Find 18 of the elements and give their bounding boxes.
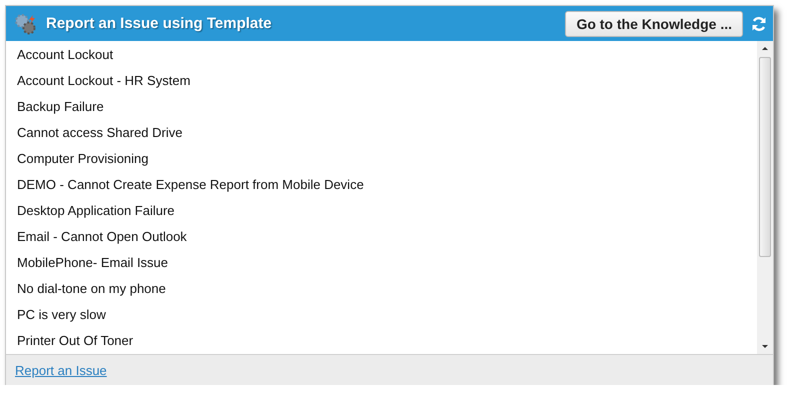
template-item[interactable]: DEMO - Cannot Create Expense Report from Mobile Device [6,172,757,198]
template-item[interactable]: Printer Out Of Toner [6,328,757,354]
template-item[interactable]: Backup Failure [6,94,757,120]
report-issue-link[interactable]: Report an Issue [15,362,107,378]
template-item[interactable]: Email - Cannot Open Outlook [6,224,757,250]
template-item[interactable]: Desktop Application Failure [6,198,757,224]
template-item[interactable]: MobilePhone- Email Issue [6,250,757,276]
gears-icon [14,12,38,34]
panel-title: Report an Issue using Template [46,15,273,32]
refresh-icon[interactable] [751,16,767,32]
template-item[interactable]: Cannot access Shared Drive [6,120,757,146]
template-item[interactable]: PC is very slow [6,302,757,328]
template-item[interactable]: Computer Provisioning [6,146,757,172]
template-item[interactable]: No dial-tone on my phone [6,276,757,302]
scrollbar[interactable] [757,41,773,354]
knowledge-button[interactable]: Go to the Knowledge ... [565,10,743,36]
template-item[interactable]: Account Lockout - HR System [6,68,757,94]
template-item[interactable]: Account Lockout [6,42,757,68]
